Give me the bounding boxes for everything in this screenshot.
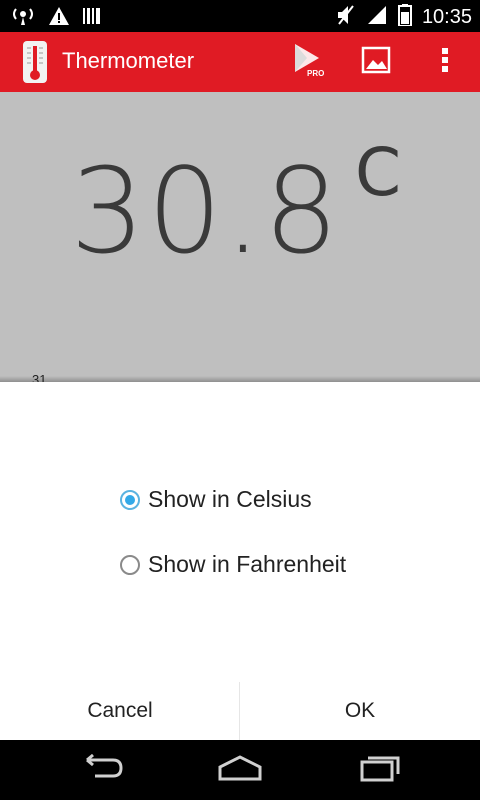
temperature-unit: C xyxy=(355,134,402,211)
pro-store-button[interactable]: PRO xyxy=(288,42,332,83)
image-button[interactable] xyxy=(356,44,396,80)
radio-celsius[interactable] xyxy=(120,489,140,510)
hotspot-icon xyxy=(10,6,36,31)
thermometer-logo-icon xyxy=(22,40,48,84)
status-time: 10:35 xyxy=(421,6,472,28)
option-celsius[interactable]: Show in Celsius xyxy=(120,486,312,513)
radio-fahrenheit[interactable] xyxy=(120,554,140,575)
battery-icon xyxy=(397,4,412,31)
option-celsius-label: Show in Celsius xyxy=(148,486,312,512)
unit-dialog: Show in Celsius Show in Fahrenheit Cance… xyxy=(0,376,480,740)
option-fahrenheit[interactable]: Show in Fahrenheit xyxy=(120,551,346,578)
overflow-menu-icon xyxy=(441,46,449,79)
signal-icon xyxy=(366,4,388,31)
mute-icon xyxy=(336,4,356,31)
navigation-bar xyxy=(0,740,480,800)
home-button[interactable] xyxy=(210,752,270,788)
recents-icon xyxy=(358,754,402,787)
overflow-menu-button[interactable] xyxy=(430,44,460,80)
home-icon xyxy=(216,754,264,786)
status-bar: 10:35 xyxy=(0,0,480,32)
dialog-button-bar: Cancel OK xyxy=(0,682,480,740)
app-bar: Thermometer PRO xyxy=(0,32,480,92)
cancel-button[interactable]: Cancel xyxy=(0,682,240,740)
recents-button[interactable] xyxy=(350,752,410,788)
back-button[interactable] xyxy=(70,752,130,788)
back-icon xyxy=(77,753,123,787)
barcode-icon xyxy=(82,6,102,31)
pro-badge: PRO xyxy=(307,69,324,78)
warning-icon xyxy=(48,6,70,31)
pro-store-icon: PRO xyxy=(291,42,329,83)
ok-button[interactable]: OK xyxy=(240,682,480,740)
temperature-display: 30.8 C 31 xyxy=(0,92,480,387)
temperature-reading: 30.8 xyxy=(70,142,341,280)
option-fahrenheit-label: Show in Fahrenheit xyxy=(148,551,347,577)
dialog-shadow xyxy=(0,376,480,382)
app-title: Thermometer xyxy=(62,48,195,73)
image-icon xyxy=(361,46,391,79)
